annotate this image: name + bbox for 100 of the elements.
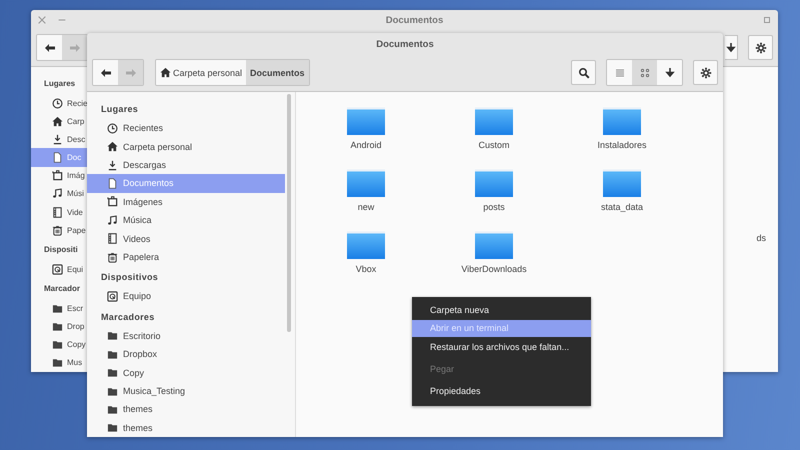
sidebar-item[interactable]: Música [87,211,285,230]
home-icon [160,67,171,78]
folder-icon [107,367,118,378]
folder-icon [52,357,63,368]
document-icon [52,152,63,164]
sidebar-item[interactable]: Drop [31,318,87,336]
forward-arrow-icon [124,66,136,78]
folder-name[interactable]: Custom [478,140,510,150]
sidebar-item[interactable]: Papelera [87,248,285,266]
grid-icon [638,66,650,78]
download-icon [107,160,118,171]
folder-name[interactable]: stata_data [600,202,644,212]
folder-icon [107,404,118,415]
sidebar-item[interactable]: Dropbox [87,345,285,364]
sidebar-item[interactable]: Escr [31,299,87,318]
folder-icon [52,321,63,332]
folder-icon[interactable] [346,107,386,135]
sidebar-item[interactable]: Carpeta personal [87,137,285,156]
folder-icon [52,302,63,314]
folder-name[interactable]: new [358,202,374,212]
folder-name[interactable]: Android [350,140,382,150]
path-button[interactable]: Documentos [246,60,309,85]
section-heading: Marcadores [100,310,156,324]
back-arrow-icon [100,66,112,78]
section-heading: Marcador [43,283,82,296]
folder-icon[interactable] [602,169,642,197]
back-arrow-icon [44,42,56,54]
sidebar-item[interactable]: Descargas [87,156,285,174]
forward-arrow-icon [68,42,80,54]
search-icon [578,66,590,78]
folder-icon [107,386,118,397]
folder-name[interactable]: Instaladores [597,140,647,150]
folder-name[interactable]: posts [483,202,505,212]
sidebar-item[interactable]: Copy [87,363,285,382]
scrollbar-thumb[interactable] [287,94,291,332]
sidebar-item[interactable]: Músi [31,184,87,203]
search-button[interactable] [571,60,596,85]
clock-icon [52,98,63,109]
sidebar-item[interactable]: Videos [87,229,285,248]
sidebar-item[interactable]: Imág [31,166,87,185]
folder-icon [107,422,118,434]
section-heading: Dispositi [43,244,79,256]
home-icon [107,141,118,152]
picture-frame-icon [52,170,63,182]
sidebar-item[interactable]: Carp [31,112,87,130]
folder-name[interactable]: ViberDownloads [461,264,527,274]
window-title: Documentos [375,38,435,50]
folder-icon[interactable] [346,231,386,259]
folder-icon[interactable] [474,231,514,259]
file-label: ds [756,233,766,243]
music-note-icon [52,188,63,200]
menu-item[interactable]: Propiedades [412,381,591,401]
sidebar-item[interactable]: themes [87,400,285,419]
settings-icon [754,42,766,54]
grid-view-button[interactable] [632,60,657,85]
window-title: Documentos [384,14,444,26]
sort-button[interactable] [725,35,738,60]
folder-icon[interactable] [474,169,514,197]
section-heading: Lugares [100,103,140,116]
folder-icon[interactable] [474,107,514,135]
down-arrow-icon [664,66,676,78]
sidebar-item[interactable]: Equi [31,260,87,278]
folder-icon[interactable] [346,169,386,197]
film-icon [52,206,63,218]
trash-icon [52,224,63,236]
maximize-icon[interactable] [762,15,772,25]
sidebar-item[interactable]: Mus [31,354,87,372]
folder-icon[interactable] [602,107,642,135]
settings-button[interactable] [748,35,773,60]
sidebar-item[interactable]: Copy [31,336,87,354]
sidebar-item[interactable]: Musica_Testing [87,382,285,400]
drive-icon [52,264,63,275]
sidebar-item[interactable]: Imágenes [87,192,285,212]
document-icon [107,178,118,189]
down-arrow-icon [725,42,737,54]
list-icon [614,66,626,78]
sidebar-item[interactable]: Escritorio [87,326,285,346]
menu-item[interactable]: Restaurar los archivos que faltan... [412,337,591,357]
sidebar-item[interactable]: Recie [31,94,87,112]
sidebar-item[interactable]: Pape [31,221,87,240]
sidebar-item[interactable]: Equipo [87,287,285,306]
sidebar-item[interactable]: Recientes [87,119,285,138]
folder-icon [107,348,118,360]
section-heading: Dispositivos [100,271,160,284]
settings-icon [700,66,712,78]
menu-item[interactable]: Carpeta nueva [412,300,591,320]
folder-icon [52,339,63,350]
sidebar-item[interactable]: themes [87,418,285,437]
close-icon[interactable] [37,15,47,25]
home-icon [52,116,63,127]
settings-button[interactable] [693,60,718,85]
picture-frame-icon [107,196,118,208]
drive-icon [107,290,118,302]
folder-name[interactable]: Vbox [356,264,376,274]
film-icon [107,233,118,244]
sidebar-item[interactable]: Desc [31,130,87,148]
music-note-icon [107,214,118,226]
section-heading: Lugares [43,78,76,90]
sidebar-item[interactable]: Vide [31,202,87,222]
folder-icon [107,330,118,342]
